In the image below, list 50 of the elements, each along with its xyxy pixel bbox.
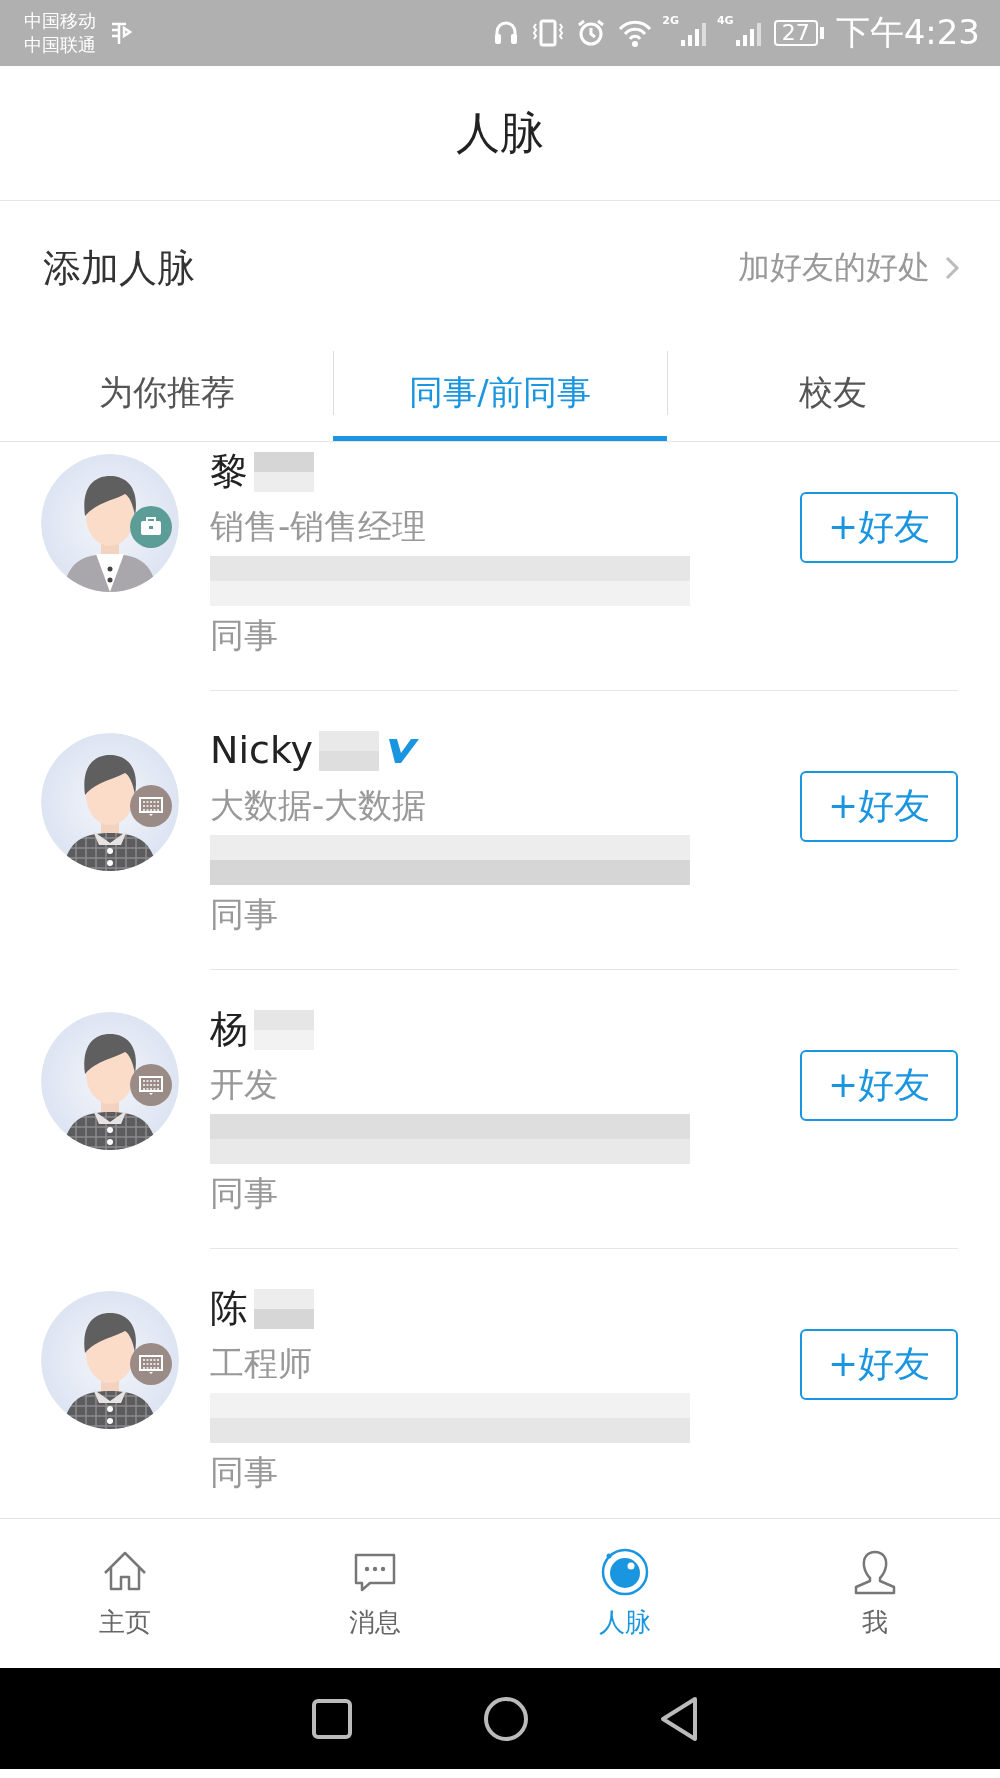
job-title: 销售-销售经理 xyxy=(210,505,428,548)
network-type-label: 2G xyxy=(662,14,679,27)
network-type-label: 4G xyxy=(716,14,734,27)
contacts-icon xyxy=(600,1547,650,1597)
tab[interactable]: 同事/前同事 xyxy=(333,345,667,441)
contact-name: 黎 xyxy=(210,448,248,495)
home-button[interactable] xyxy=(483,1695,529,1742)
keyboard-badge-icon xyxy=(130,785,172,827)
tab[interactable]: 为你推荐 xyxy=(0,345,334,441)
battery-level: 27 xyxy=(773,20,818,46)
add-friend-button[interactable]: +好友 xyxy=(800,1329,958,1400)
pixelated-name xyxy=(254,1009,314,1050)
pixelated-name xyxy=(254,451,314,492)
contact-name: 杨 xyxy=(210,1006,248,1053)
briefcase-badge-icon xyxy=(130,506,172,548)
nav-tab[interactable]: 主页 xyxy=(0,1519,250,1668)
keyboard-badge-icon xyxy=(130,1064,172,1106)
add-friend-button[interactable]: +好友 xyxy=(800,771,958,842)
back-button[interactable] xyxy=(659,1695,699,1742)
signal-icon xyxy=(680,20,707,46)
page-title: 人脉 xyxy=(456,105,544,160)
signal-icon xyxy=(735,20,762,46)
tab[interactable]: 校友 xyxy=(666,345,1000,441)
benefits-link[interactable]: 加好友的好处 xyxy=(738,246,960,290)
add-friend-button[interactable]: +好友 xyxy=(800,492,958,563)
add-friend-button[interactable]: +好友 xyxy=(800,1050,958,1121)
relation-label: 同事 xyxy=(210,1172,279,1215)
pixelated-name xyxy=(254,1288,314,1329)
vibrate-icon xyxy=(532,18,565,48)
chevron-right-icon xyxy=(944,255,960,281)
section-title: 添加人脉 xyxy=(43,244,196,292)
recent-apps-button[interactable] xyxy=(311,1697,353,1740)
relation-label: 同事 xyxy=(210,1451,279,1494)
nav-tab[interactable]: 人脉 xyxy=(500,1519,750,1668)
nav-tab[interactable]: 我 xyxy=(750,1519,1000,1668)
contact-name: Nicky xyxy=(210,727,313,774)
contact-name: 陈 xyxy=(210,1285,248,1332)
job-title: 工程师 xyxy=(210,1342,313,1385)
clock-time: 下午4:23 xyxy=(835,11,980,54)
keyboard-badge-icon xyxy=(130,1343,172,1385)
job-title: 大数据-大数据 xyxy=(210,784,428,827)
carrier-name: 中国移动 xyxy=(24,9,96,33)
carrier-name: 中国联通 xyxy=(24,33,96,57)
wifi-icon xyxy=(618,18,653,48)
job-title: 开发 xyxy=(210,1063,279,1106)
relation-label: 同事 xyxy=(210,893,279,936)
pixelated-name xyxy=(319,730,379,771)
alarm-icon xyxy=(576,18,607,48)
nav-tab[interactable]: 消息 xyxy=(250,1519,500,1668)
relation-label: 同事 xyxy=(210,614,279,657)
